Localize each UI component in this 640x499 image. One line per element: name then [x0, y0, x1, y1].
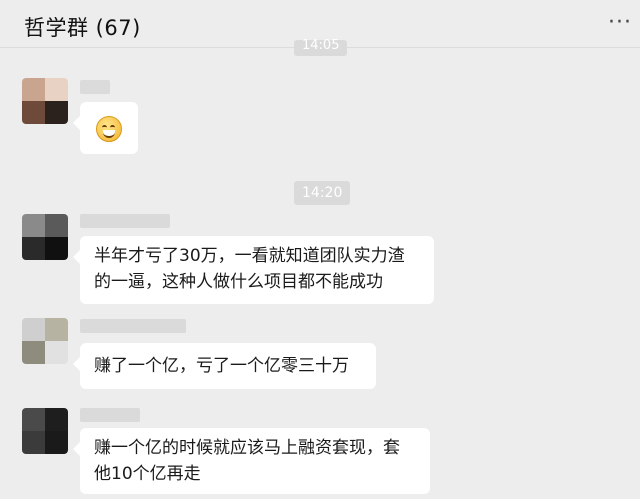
- sender-name-blurred: [80, 319, 186, 333]
- avatar[interactable]: [22, 214, 68, 260]
- sender-name-blurred: [80, 80, 110, 94]
- message-bubble[interactable]: 半年才亏了30万，一看就知道团队实力渣 的一逼，这种人做什么项目都不能成功: [73, 236, 434, 304]
- message-bubble[interactable]: [73, 102, 138, 154]
- grinning-face-icon: [96, 116, 122, 142]
- avatar[interactable]: [22, 318, 68, 364]
- avatar[interactable]: [22, 408, 68, 454]
- message-text-line: 赚一个亿的时候就应该马上融资套现，套: [94, 438, 400, 458]
- message-bubble[interactable]: 赚一个亿的时候就应该马上融资套现，套 他10个亿再走: [73, 428, 430, 494]
- timestamp-top: 14:05: [294, 39, 348, 56]
- message-text-line: 半年才亏了30万，一看就知道团队实力渣: [94, 246, 405, 266]
- timestamp: 14:20: [294, 181, 351, 205]
- sender-name-blurred: [80, 214, 170, 228]
- message-text-line: 他10个亿再走: [94, 464, 201, 484]
- avatar[interactable]: [22, 78, 68, 124]
- message-bubble[interactable]: 赚了一个亿，亏了一个亿零三十万: [73, 343, 376, 389]
- more-dots-icon[interactable]: ···: [608, 12, 632, 34]
- chat-title: 哲学群 (67): [24, 16, 141, 40]
- message-text-line: 赚了一个亿，亏了一个亿零三十万: [94, 356, 349, 376]
- sender-name-blurred: [80, 408, 140, 422]
- message-text-line: 的一逼，这种人做什么项目都不能成功: [94, 272, 383, 292]
